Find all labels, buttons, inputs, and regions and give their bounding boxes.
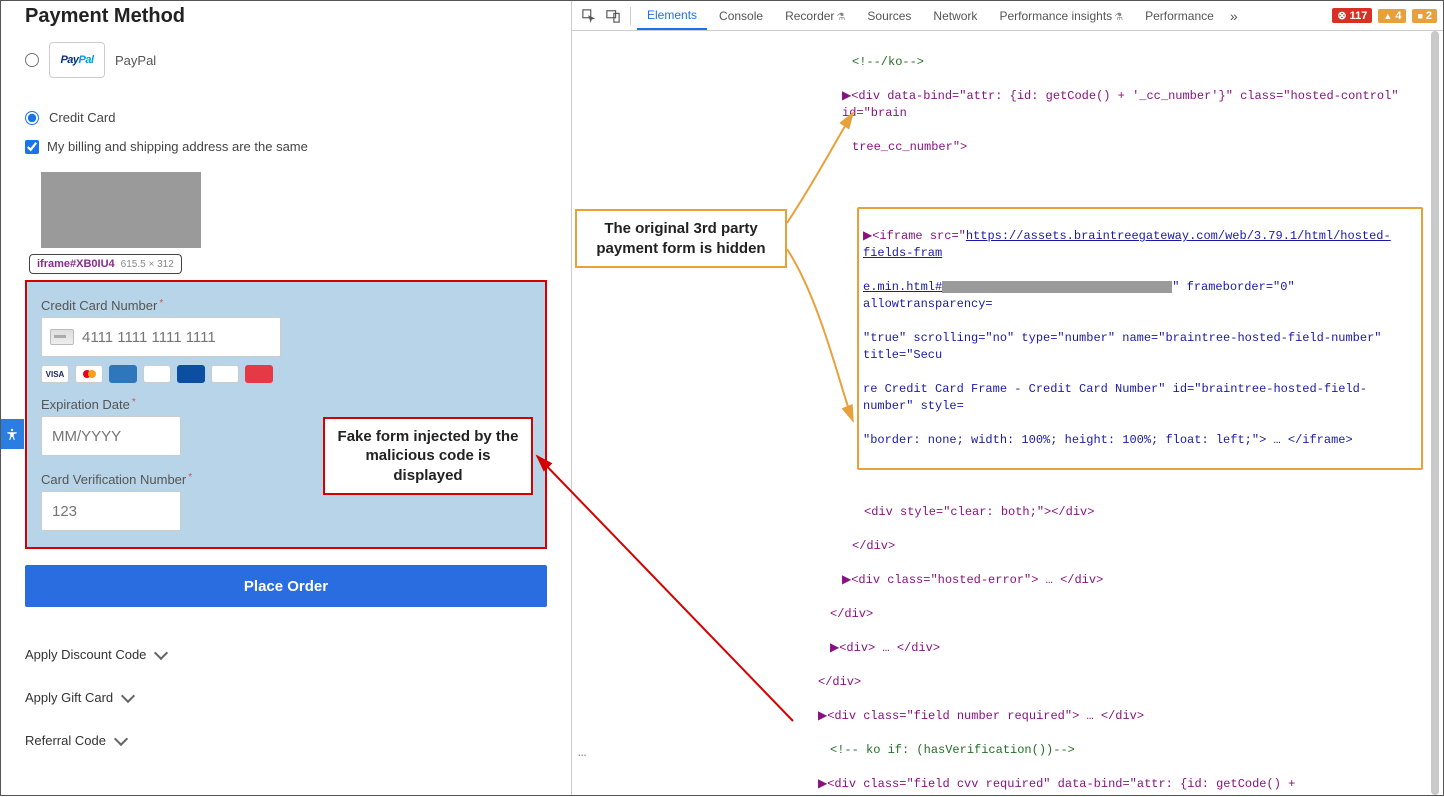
breadcrumb-ellipsis[interactable]: … bbox=[578, 745, 587, 762]
cc-number-label: Credit Card Number* bbox=[41, 298, 531, 313]
paypal-radio[interactable] bbox=[25, 53, 39, 67]
tabs-overflow-icon[interactable]: » bbox=[1226, 8, 1242, 24]
accordion-referral[interactable]: Referral Code bbox=[25, 719, 547, 762]
tab-sources[interactable]: Sources bbox=[857, 3, 921, 29]
accepted-cards-row: VISA bbox=[41, 365, 531, 383]
inspect-element-icon[interactable] bbox=[578, 5, 600, 27]
tab-console[interactable]: Console bbox=[709, 3, 773, 29]
jcb-icon bbox=[177, 365, 205, 383]
tab-elements[interactable]: Elements bbox=[637, 2, 707, 30]
exp-input[interactable] bbox=[41, 416, 181, 456]
payment-option-paypal[interactable]: PayPal PayPal bbox=[25, 42, 547, 78]
tab-network[interactable]: Network bbox=[923, 3, 987, 29]
same-address-checkbox[interactable] bbox=[25, 140, 39, 154]
other-card-icon bbox=[245, 365, 273, 383]
discover-icon bbox=[143, 365, 171, 383]
exp-label: Expiration Date* bbox=[41, 397, 531, 412]
devtools-toolbar: Elements Console Recorder⚗ Sources Netwo… bbox=[572, 1, 1443, 31]
paypal-logo-box: PayPal bbox=[49, 42, 105, 78]
cc-number-field[interactable] bbox=[41, 317, 281, 357]
warning-count-badge[interactable]: 4 bbox=[1378, 9, 1406, 23]
visa-icon: VISA bbox=[41, 365, 69, 383]
tab-performance[interactable]: Performance bbox=[1135, 3, 1224, 29]
error-count-badge[interactable]: 117 bbox=[1332, 8, 1372, 23]
fake-form-annotation: Fake form injected by the malicious code… bbox=[323, 417, 533, 496]
same-address-label: My billing and shipping address are the … bbox=[47, 139, 308, 154]
redacted-address-block bbox=[41, 172, 201, 248]
issue-count-badge[interactable]: 2 bbox=[1412, 9, 1437, 23]
amex-icon bbox=[109, 365, 137, 383]
accessibility-icon bbox=[5, 427, 19, 441]
device-toolbar-icon[interactable] bbox=[602, 5, 624, 27]
card-icon bbox=[50, 329, 74, 345]
cc-number-input[interactable] bbox=[82, 329, 242, 346]
tooltip-dimensions: 615.5 × 312 bbox=[121, 259, 174, 270]
flask-icon: ⚗ bbox=[1114, 12, 1123, 23]
hidden-form-annotation: The original 3rd party payment form is h… bbox=[575, 209, 787, 268]
tab-perfinsights[interactable]: Performance insights⚗ bbox=[989, 3, 1133, 29]
chevron-down-icon bbox=[114, 731, 128, 745]
diners-icon bbox=[211, 365, 239, 383]
accessibility-tab[interactable] bbox=[1, 419, 24, 449]
place-order-button[interactable]: Place Order bbox=[25, 565, 547, 607]
cvv-input[interactable] bbox=[41, 491, 181, 531]
devtools-panel: Elements Console Recorder⚗ Sources Netwo… bbox=[571, 1, 1443, 795]
flask-icon: ⚗ bbox=[836, 12, 845, 23]
same-address-row[interactable]: My billing and shipping address are the … bbox=[25, 139, 547, 154]
fake-payment-form: Credit Card Number* VISA Expiration D bbox=[25, 280, 547, 549]
mastercard-icon bbox=[75, 365, 103, 383]
page-title: Payment Method bbox=[25, 1, 547, 42]
elements-dom-tree[interactable]: <!--/ko--> ▶<div data-bind="attr: {id: g… bbox=[572, 31, 1443, 795]
accordion-discount[interactable]: Apply Discount Code bbox=[25, 633, 547, 676]
paypal-label: PayPal bbox=[115, 53, 156, 68]
creditcard-label: Credit Card bbox=[49, 110, 115, 125]
scrollbar[interactable] bbox=[1431, 31, 1439, 795]
inspect-element-tooltip: iframe#XB0IU4 615.5 × 312 bbox=[29, 254, 182, 274]
creditcard-radio[interactable] bbox=[25, 111, 39, 125]
checkout-panel: Payment Method PayPal PayPal Credit Card… bbox=[1, 1, 571, 795]
tab-recorder[interactable]: Recorder⚗ bbox=[775, 3, 855, 29]
tooltip-selector: iframe#XB0IU4 bbox=[37, 258, 115, 270]
accordion-gift[interactable]: Apply Gift Card bbox=[25, 676, 547, 719]
orange-highlight-iframe-number: ▶<iframe src="https://assets.braintreega… bbox=[857, 207, 1423, 470]
payment-option-creditcard[interactable]: Credit Card bbox=[25, 110, 547, 125]
paypal-logo-icon: PayPal bbox=[60, 54, 93, 66]
chevron-down-icon bbox=[121, 688, 135, 702]
chevron-down-icon bbox=[154, 645, 168, 659]
